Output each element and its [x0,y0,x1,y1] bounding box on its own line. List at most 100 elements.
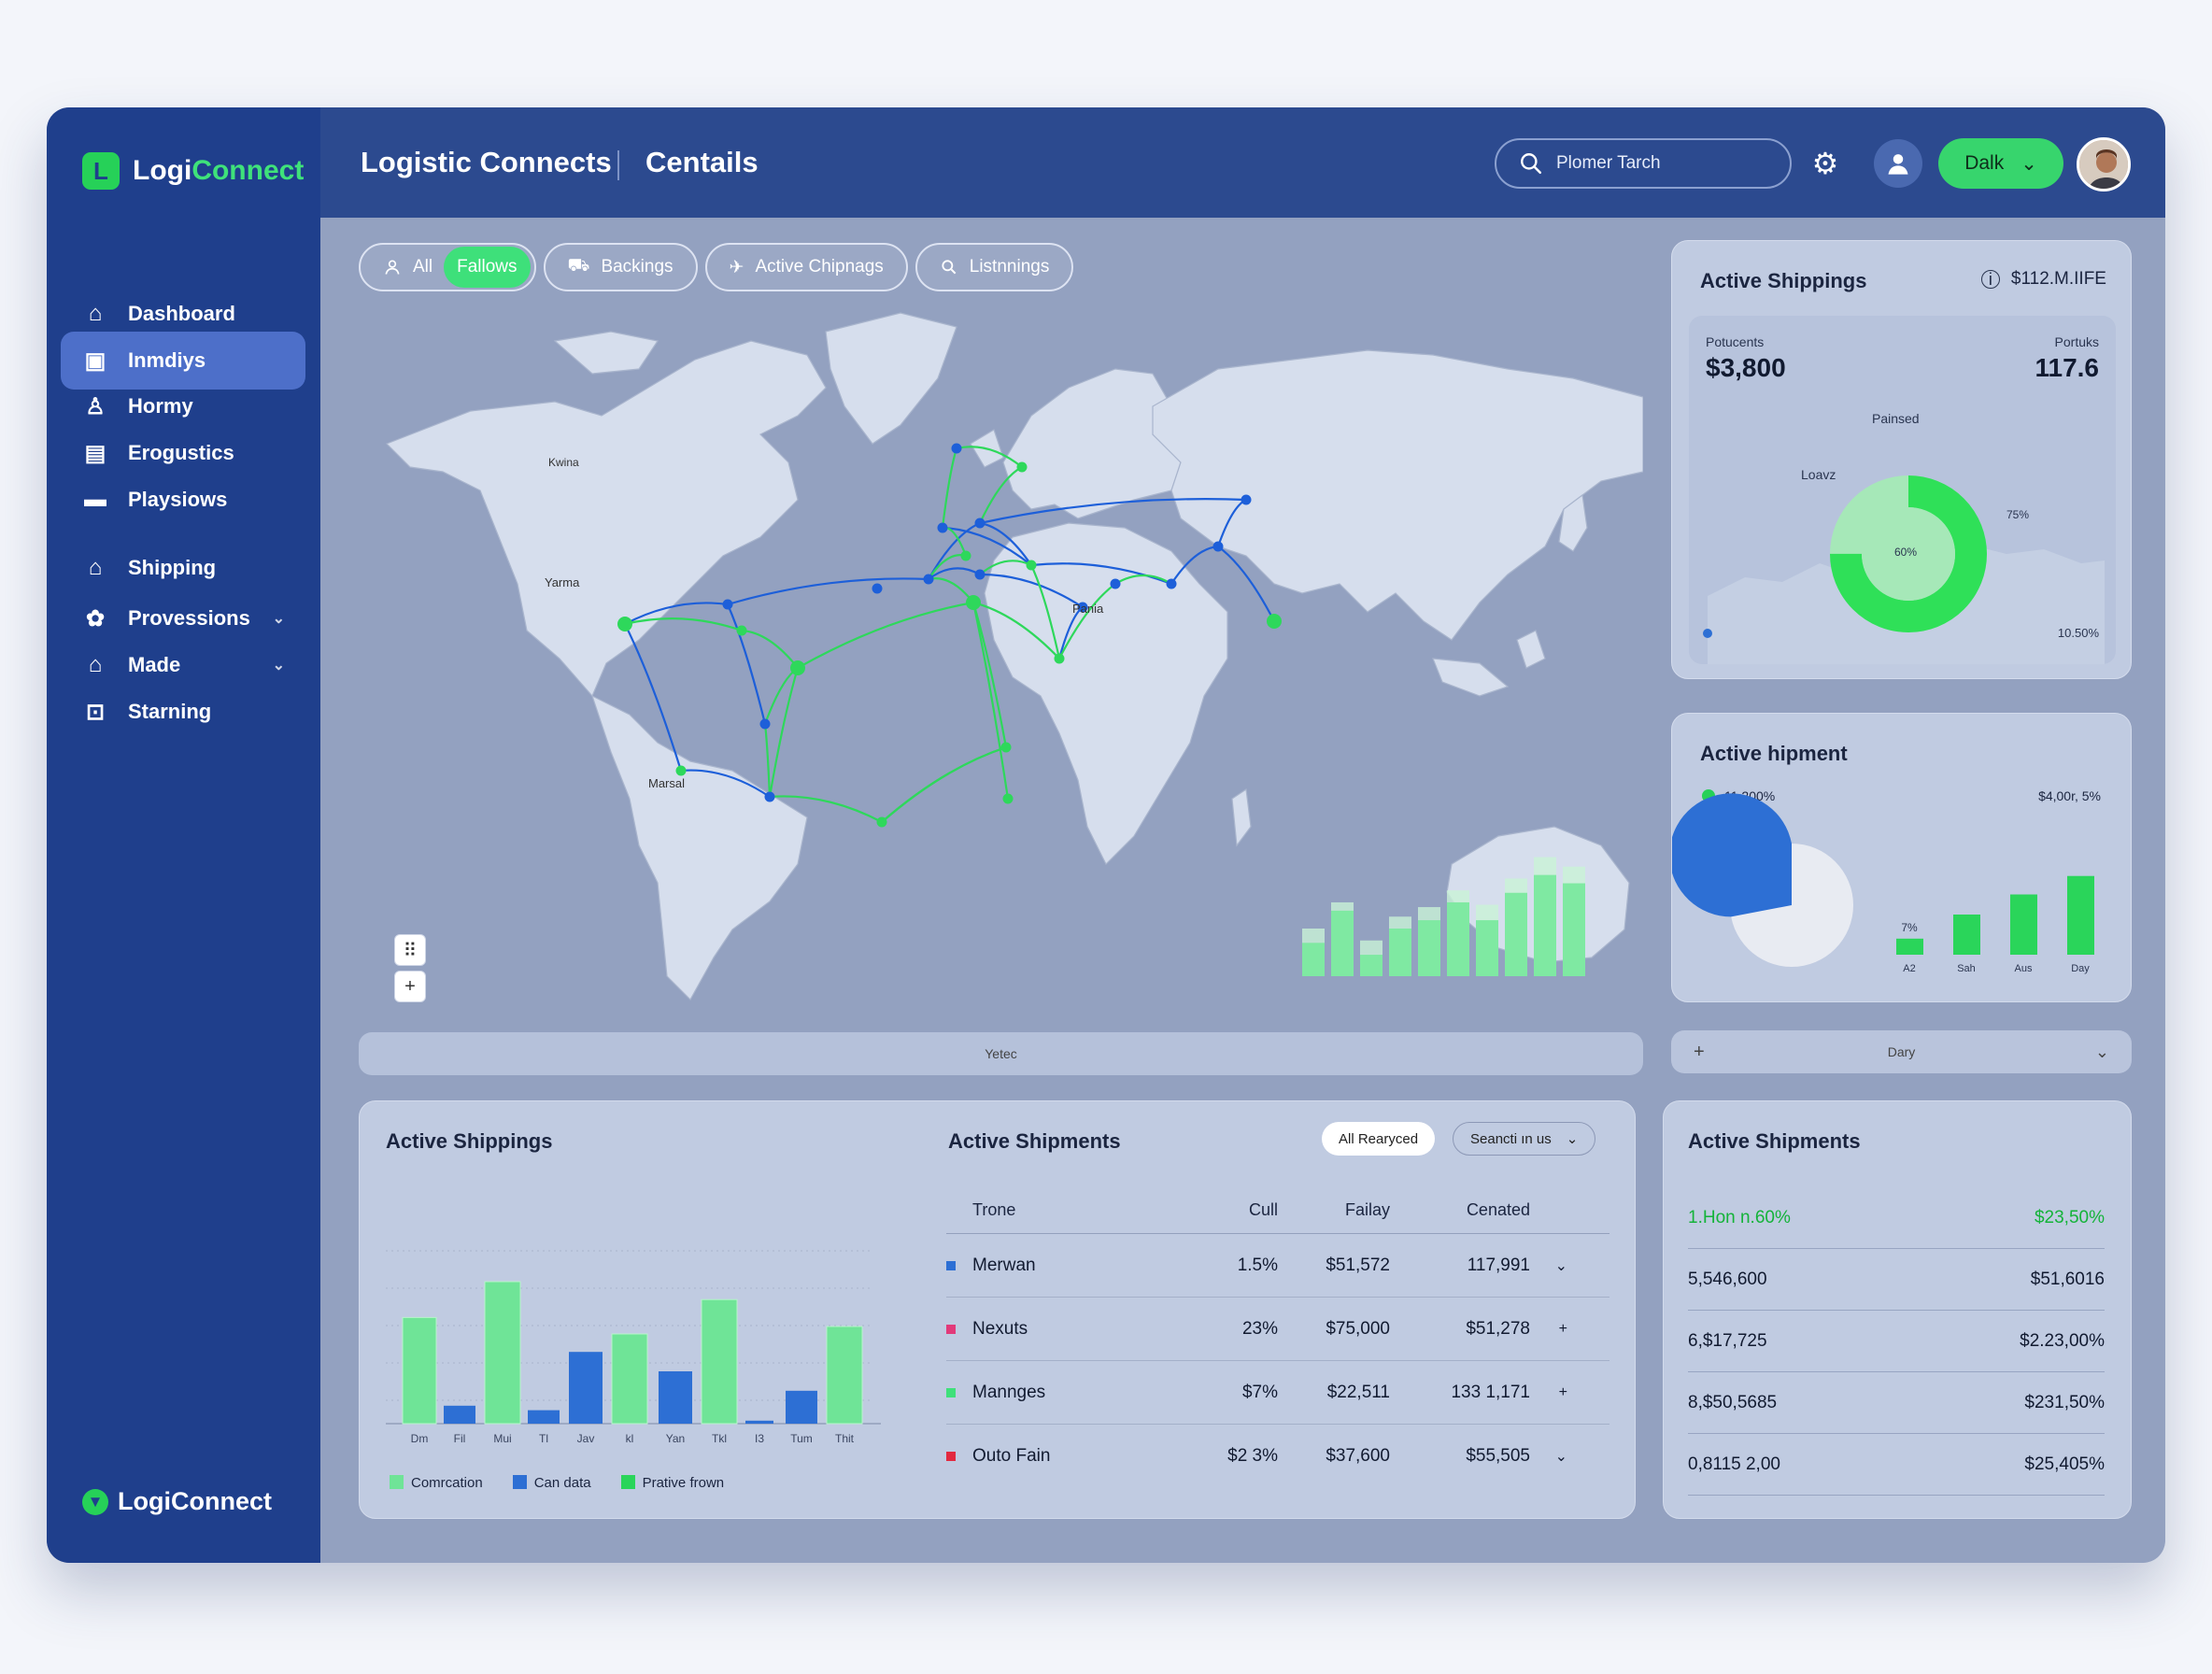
info-icon[interactable]: i [1980,270,2000,289]
x-tick-label: kl [626,1432,634,1445]
route-node[interactable] [722,599,733,610]
route-node[interactable] [937,522,948,533]
route-node[interactable] [1241,494,1252,505]
table-row[interactable]: Nexuts 23% $75,000 $51,278 + [946,1298,1609,1361]
legend-item: Prative frown [620,1475,724,1491]
gear-icon[interactable]: ⚙ [1808,147,1842,180]
chevron-down-icon[interactable]: ⌄ [273,609,285,628]
list-item[interactable]: 1.Hon n.60% $23,50% [1688,1187,2105,1249]
row-color-dot [946,1387,956,1397]
cell-cenated: $55,505 [1466,1446,1530,1466]
route-node[interactable] [872,583,883,594]
route-node[interactable] [1002,793,1014,804]
filter-active-chipnags-label: Active Chipnags [755,257,884,277]
row-action-icon[interactable]: ⌄ [1530,1447,1567,1466]
sidebar-item-starning[interactable]: ⊡ Starning [61,683,305,741]
row-action-icon[interactable]: + [1530,1384,1567,1401]
route-node[interactable] [951,443,962,454]
bar-label: A2 [1903,963,1915,974]
map-zoom-controls: ⠿ + [394,934,426,1003]
user-icon[interactable] [1874,139,1922,188]
bar [569,1352,603,1424]
route-node[interactable] [790,660,805,675]
list-item[interactable]: 8,$50,5685 $231,50% [1688,1372,2105,1434]
row-action-icon[interactable]: + [1530,1321,1567,1338]
route-node[interactable] [923,574,934,585]
home-icon: ⌂ [88,652,103,677]
route-node[interactable] [1212,541,1224,552]
map-timeline-bar[interactable]: Yetec [359,1032,1643,1075]
list-item-right: $25,405% [2024,1454,2105,1474]
mini-bar [1331,910,1354,976]
route-node[interactable] [1054,653,1065,664]
dalk-label: Dalk [1964,152,2005,174]
row-action-icon[interactable]: ⌄ [1530,1256,1567,1275]
route-node[interactable] [617,617,632,631]
add-icon[interactable]: + [1694,1042,1705,1063]
route-node[interactable] [960,550,971,561]
route-line [726,603,767,725]
search-input[interactable]: Plomer Tarch [1495,138,1792,189]
route-node[interactable] [974,569,985,580]
shipments-table: Trone Cull Failay Cenated Merwan 1.5% $5… [946,1187,1609,1488]
filter-all-chip[interactable]: All Fallows [359,243,536,291]
all-rearyced-button[interactable]: All Rearyced [1322,1122,1436,1156]
map-mini-bar-chart [1302,857,1585,976]
row-name: Nexuts [946,1319,1194,1340]
sidebar-item-shipping[interactable]: ⌂ Shipping [61,539,305,597]
route-node[interactable] [1166,578,1177,589]
route-node[interactable] [876,816,887,828]
list-item[interactable]: 6,$17,725 $2.23,00% [1688,1311,2105,1372]
filter-backings-chip[interactable]: ⛟ Backings [543,243,698,291]
chevron-down-icon: ⌄ [2021,152,2037,175]
column-header[interactable]: Cenated [1390,1200,1530,1220]
period-dropdown[interactable]: + Dary ⌄ [1671,1030,2132,1073]
world-map[interactable]: Yarma Pania Marsal Kwina [359,304,1644,1009]
route-node[interactable] [974,518,985,529]
cell-cenated: 117,991 [1467,1255,1530,1275]
route-node[interactable] [759,718,771,730]
avatar[interactable] [2077,137,2131,192]
list-item[interactable]: 5,546,600 $51,6016 [1688,1249,2105,1311]
filter-fallows-chip[interactable]: Fallows [444,247,531,288]
table-row[interactable]: Mannges $7% $22,511 133 1,171 + [946,1361,1609,1425]
filter-listnnings-chip[interactable]: Listnnings [915,243,1074,291]
inbox-icon: ▣ [84,348,106,374]
route-node[interactable] [1267,614,1282,629]
dalk-dropdown-button[interactable]: Dalk ⌄ [1938,138,2063,189]
chevron-down-icon[interactable]: ⌄ [273,656,285,674]
route-node[interactable] [675,765,687,776]
route-node[interactable] [1000,742,1012,753]
column-header[interactable]: Failay [1278,1200,1390,1220]
map-label-yarma: Yarma [545,575,580,589]
sidebar-item-label: Made [128,653,181,676]
table-row[interactable]: Outo Fain $2 3% $37,600 $55,505 ⌄ [946,1425,1609,1488]
hipment-bar [1953,915,1980,955]
table-row[interactable]: Merwan 1.5% $51,572 117,991 ⌄ [946,1234,1609,1298]
route-node[interactable] [736,625,747,636]
route-node[interactable] [966,595,981,610]
brand-logo[interactable]: L LogiConnect [82,152,304,190]
warehouse-icon: ⌂ [88,555,103,580]
route-node[interactable] [1016,461,1028,473]
tab-centails[interactable]: Centails [645,146,759,179]
active-shippings-card: Active Shippings i $112.M.IIFE Potucents… [1671,240,2132,679]
list-item[interactable]: 0,8115 2,00 $25,405% [1688,1434,2105,1496]
search-icon [942,260,957,275]
list-item-left: 6,$17,725 [1688,1330,1767,1351]
route-line [741,629,799,669]
search-filter-dropdown[interactable]: Seancti ın us ⌄ [1453,1122,1596,1156]
route-node[interactable] [1026,560,1037,571]
route-node[interactable] [764,791,775,802]
map-grid-button[interactable]: ⠿ [394,934,426,966]
column-header[interactable]: Cull [1194,1200,1278,1220]
legend-swatch [390,1475,404,1489]
column-header[interactable]: Trone [946,1200,1194,1220]
x-tick-label: Tum [790,1432,813,1445]
table-title: Active Shipments [948,1129,1121,1153]
filter-active-chipnags-chip[interactable]: ✈ Active Chipnags [704,243,908,291]
zoom-in-button[interactable]: + [394,971,426,1002]
sidebar-item-playsiows[interactable]: ▬ Playsiows [61,471,305,529]
route-line [763,667,799,725]
route-node[interactable] [1110,578,1121,589]
